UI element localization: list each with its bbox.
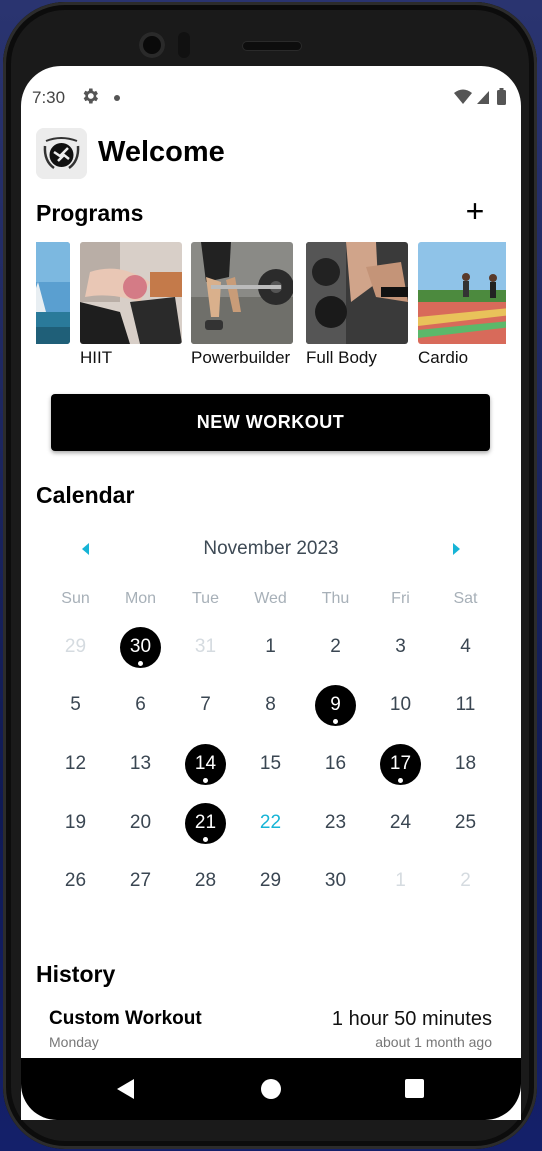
signal-battery-icons xyxy=(454,88,506,105)
calendar-day[interactable]: 6 xyxy=(108,676,173,734)
weekday-label: Thu xyxy=(321,590,350,607)
program-card-powerbuilder[interactable]: Powerbuilder xyxy=(191,242,293,368)
calendar-day[interactable]: 18 xyxy=(433,735,498,793)
program-card-cardio[interactable]: Cardio xyxy=(418,242,506,368)
calendar-day[interactable]: 7 xyxy=(173,676,238,734)
calendar-day[interactable]: 3 xyxy=(368,618,433,676)
system-nav-bar xyxy=(21,1058,521,1120)
calendar-day[interactable]: 30 xyxy=(303,852,368,910)
calendar-day-workout[interactable]: 9 xyxy=(303,676,368,734)
programs-carousel[interactable]: ght HIIT xyxy=(36,242,506,368)
program-label: ght xyxy=(36,348,70,368)
recent-apps-icon[interactable] xyxy=(405,1079,424,1098)
program-card-strength[interactable]: ght xyxy=(36,242,70,368)
calendar-day[interactable]: 23 xyxy=(303,794,368,852)
sensor xyxy=(178,32,190,58)
weekday-label: Wed xyxy=(254,590,287,607)
calendar-day-today[interactable]: 22 xyxy=(238,794,303,852)
workout-dot-icon xyxy=(138,661,143,666)
calendar-day[interactable]: 2 xyxy=(303,618,368,676)
calendar-day[interactable]: 12 xyxy=(43,735,108,793)
calendar-day[interactable]: 28 xyxy=(173,852,238,910)
notification-dot-icon xyxy=(114,95,120,101)
history-entry-duration: 1 hour 50 minutes xyxy=(331,1008,492,1030)
calendar-day[interactable]: 27 xyxy=(108,852,173,910)
calendar-day[interactable]: 1 xyxy=(238,618,303,676)
workout-dot-icon xyxy=(333,719,338,724)
chevron-left-icon[interactable] xyxy=(79,542,91,556)
programs-heading: Programs xyxy=(36,200,144,226)
home-icon[interactable] xyxy=(261,1079,281,1099)
program-label: Cardio xyxy=(418,348,469,367)
new-workout-button[interactable]: NEW WORKOUT xyxy=(51,394,490,451)
history-entry-ago: about 1 month ago xyxy=(375,1034,492,1050)
weekday-label: Mon xyxy=(124,590,157,607)
earpiece-speaker xyxy=(243,42,301,50)
calendar-day[interactable]: 24 xyxy=(368,794,433,852)
weekday-label: Sat xyxy=(453,590,478,607)
calendar-day[interactable]: 11 xyxy=(433,676,498,734)
program-label: HIIT xyxy=(80,348,113,367)
program-thumbnail xyxy=(36,242,70,344)
weekday-label: Fri xyxy=(391,590,410,607)
status-bar: 7:30 xyxy=(21,66,521,130)
calendar-day-workout[interactable]: 14 xyxy=(173,735,238,793)
calendar-day[interactable]: 16 xyxy=(303,735,368,793)
calendar-day[interactable]: 25 xyxy=(433,794,498,852)
calendar-day[interactable]: 13 xyxy=(108,735,173,793)
calendar-day-workout[interactable]: 17 xyxy=(368,735,433,793)
program-thumbnail xyxy=(418,242,506,344)
calendar-day[interactable]: 29 xyxy=(43,618,108,676)
calendar-day[interactable]: 4 xyxy=(433,618,498,676)
calendar-day[interactable]: 10 xyxy=(368,676,433,734)
calendar-day[interactable]: 5 xyxy=(43,676,108,734)
calendar-day[interactable]: 19 xyxy=(43,794,108,852)
calendar-grid: 29 30 31 1 2 3 4 5 6 7 8 9 10 11 12 13 1… xyxy=(43,618,508,918)
program-thumbnail xyxy=(191,242,293,344)
program-thumbnail xyxy=(306,242,408,344)
weekday-label: Tue xyxy=(192,590,219,607)
calendar-day[interactable]: 1 xyxy=(368,852,433,910)
calendar-month-label: November 2023 xyxy=(203,538,339,559)
chevron-right-icon[interactable] xyxy=(451,542,463,556)
workout-dot-icon xyxy=(203,778,208,783)
calendar-day[interactable]: 2 xyxy=(433,852,498,910)
calendar-day[interactable]: 8 xyxy=(238,676,303,734)
app-logo xyxy=(36,128,87,179)
history-heading: History xyxy=(36,961,116,987)
weekday-label: Sun xyxy=(61,590,90,607)
calendar-weekday-header: Sun Mon Tue Wed Thu Fri Sat xyxy=(43,590,508,610)
front-camera xyxy=(139,32,165,58)
history-entry-day: Monday xyxy=(49,1034,99,1050)
workout-dot-icon xyxy=(203,837,208,842)
calendar-day[interactable]: 31 xyxy=(173,618,238,676)
program-card-hiit[interactable]: HIIT xyxy=(80,242,182,368)
calendar-heading: Calendar xyxy=(36,482,135,508)
app-screen: 7:30 Welcome Programs + HIIT Powerbuilde… xyxy=(21,66,521,1120)
calendar-day-workout[interactable]: 30 xyxy=(108,618,173,676)
status-time: 7:30 xyxy=(32,88,66,107)
calendar-day-workout[interactable]: 21 xyxy=(173,794,238,852)
calendar-day[interactable]: 29 xyxy=(238,852,303,910)
calendar-day[interactable]: 20 xyxy=(108,794,173,852)
program-label: Powerbuilder xyxy=(191,348,291,367)
settings-gear-icon xyxy=(83,88,98,104)
program-card-full-body[interactable]: Full Body xyxy=(306,242,408,368)
calendar-day[interactable]: 15 xyxy=(238,735,303,793)
back-icon[interactable] xyxy=(115,1078,135,1100)
program-label: Full Body xyxy=(306,348,377,367)
workout-dot-icon xyxy=(398,778,403,783)
page-title: Welcome xyxy=(98,136,225,168)
history-entry-name: Custom Workout xyxy=(49,1008,202,1029)
add-program-button[interactable]: + xyxy=(461,195,489,227)
calendar-day[interactable]: 26 xyxy=(43,852,108,910)
program-thumbnail xyxy=(80,242,182,344)
